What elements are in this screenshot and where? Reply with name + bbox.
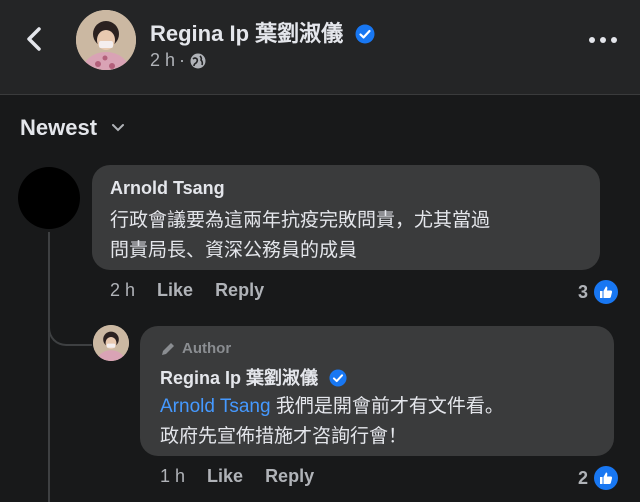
thumbs-up-icon	[592, 278, 621, 306]
reply-button[interactable]: Reply	[265, 466, 314, 487]
commenter-avatar[interactable]	[18, 167, 80, 229]
reply-author-text[interactable]: Regina Ip 葉劉淑儀	[160, 368, 318, 388]
mention-link[interactable]: Arnold Tsang	[160, 396, 271, 417]
reply-text-line: Arnold Tsang 我們是開會前才有文件看。	[160, 392, 600, 422]
thumbs-up-icon	[592, 464, 621, 492]
post-meta: 2 h ·	[150, 50, 207, 71]
reply-text-line: 政府先宣佈措施才咨詢行會！	[160, 426, 408, 447]
globe-icon	[190, 53, 206, 68]
poster-name[interactable]: Regina Ip 葉劉淑儀	[150, 16, 375, 48]
comment-actions: 2 h Like Reply	[110, 280, 264, 301]
comment-time[interactable]: 2 h	[110, 280, 135, 301]
verified-badge-icon	[329, 369, 347, 387]
thread-line	[48, 232, 50, 502]
reply-author[interactable]: Regina Ip 葉劉淑儀	[160, 364, 347, 390]
reaction-summary[interactable]: 2	[578, 464, 621, 492]
comment-text-line: 問責局長、資深公務員的成員	[110, 240, 358, 261]
like-button[interactable]: Like	[157, 280, 193, 301]
poster-name-text[interactable]: Regina Ip 葉劉淑儀	[150, 21, 343, 46]
reaction-count: 2	[578, 467, 589, 488]
reply-time[interactable]: 1 h	[160, 466, 185, 487]
meta-separator: ·	[179, 50, 186, 70]
pencil-icon	[162, 342, 174, 355]
reply-actions: 1 h Like Reply	[160, 466, 314, 487]
post-time[interactable]: 2 h	[150, 50, 175, 71]
reply-button[interactable]: Reply	[215, 280, 264, 301]
more-dots-icon[interactable]	[586, 28, 620, 52]
chevron-down-icon	[112, 124, 125, 132]
author-badge: Author	[160, 340, 231, 357]
verified-badge-icon	[355, 24, 375, 44]
chevron-left-icon[interactable]	[20, 24, 50, 54]
sort-label[interactable]: Newest	[20, 115, 97, 141]
author-badge-label: Author	[182, 340, 232, 357]
poster-avatar[interactable]	[76, 10, 136, 70]
reply-avatar[interactable]	[93, 325, 129, 361]
sort-dropdown[interactable]: Newest	[20, 115, 125, 141]
reply-text-content: 我們是開會前才有文件看。	[270, 396, 504, 417]
reaction-count: 3	[578, 281, 589, 302]
like-button[interactable]: Like	[207, 466, 243, 487]
comment-text-line: 行政會議要為這兩年抗疫完敗問責，尤其當過	[110, 210, 491, 231]
thread-connector	[48, 300, 92, 346]
reply-text: Arnold Tsang 我們是開會前才有文件看。 政府先宣佈措施才咨詢行會！	[160, 392, 600, 452]
reaction-summary[interactable]: 3	[578, 278, 621, 306]
comment-author[interactable]: Arnold Tsang	[110, 178, 225, 199]
comment-text: 行政會議要為這兩年抗疫完敗問責，尤其當過 問責局長、資深公務員的成員	[110, 206, 590, 266]
